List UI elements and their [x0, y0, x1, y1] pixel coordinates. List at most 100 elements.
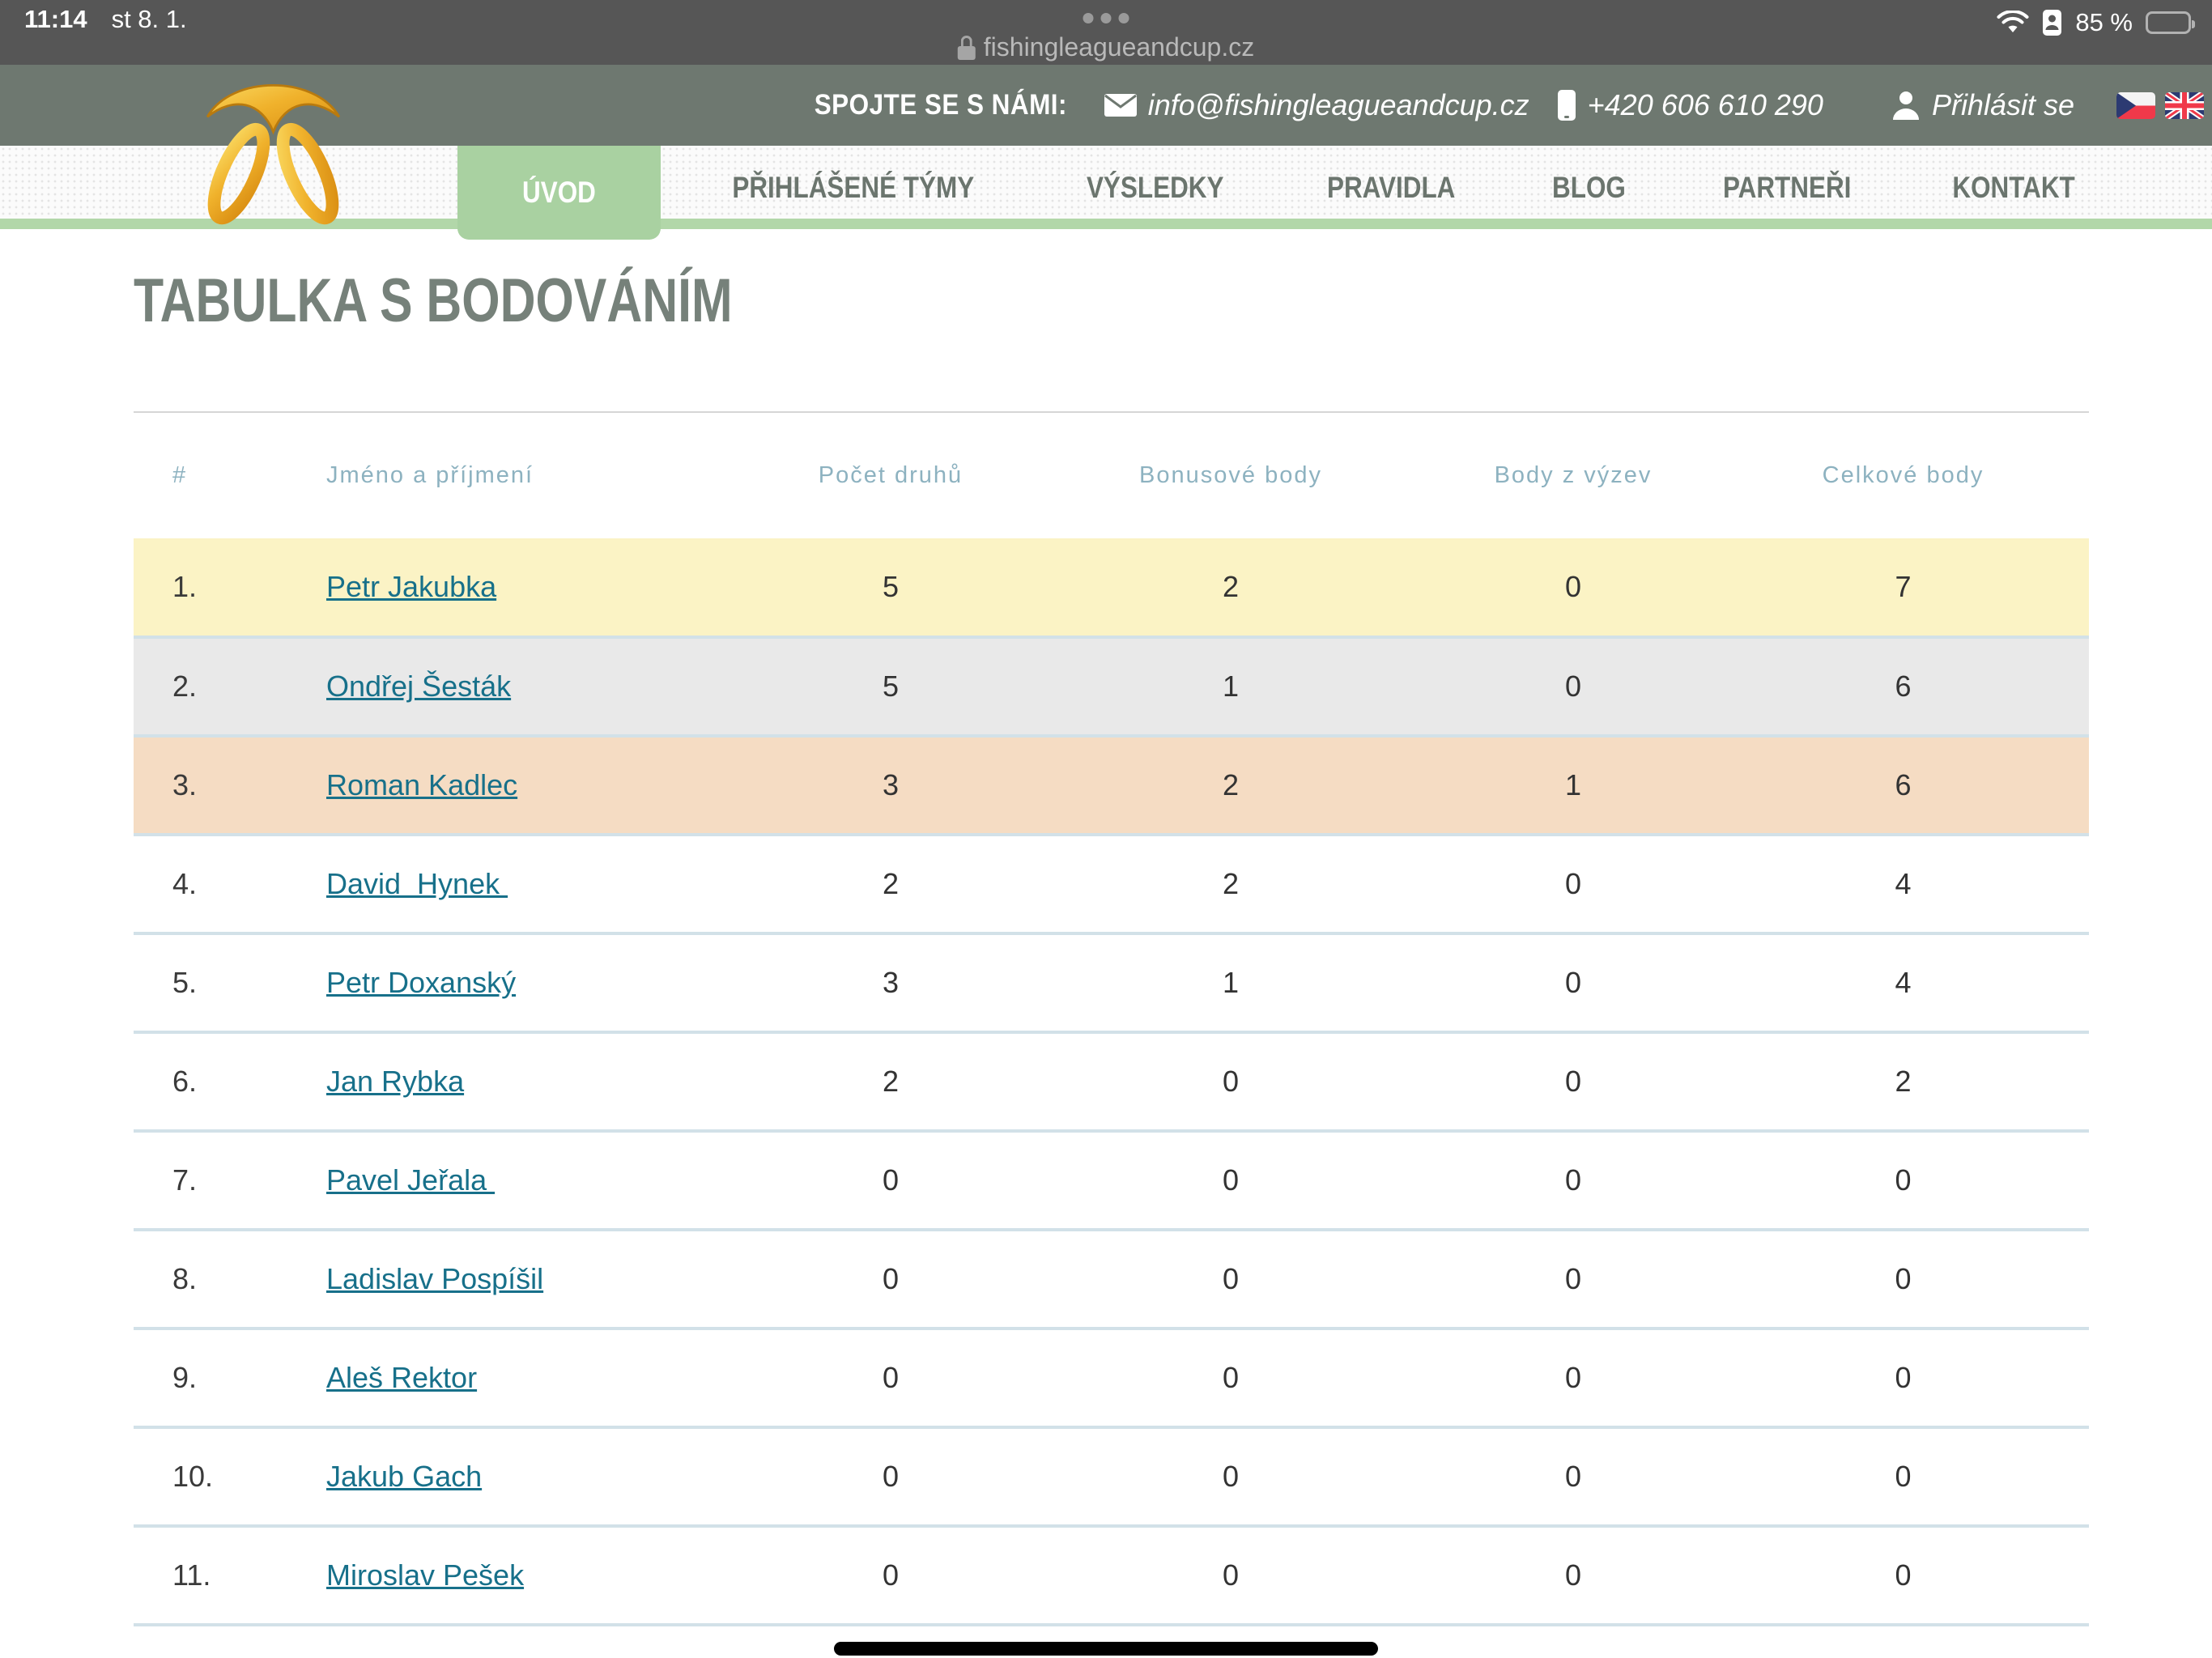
battery-percent: 85 % — [2075, 8, 2133, 37]
pocet-druhu-cell: 2 — [749, 1032, 1032, 1131]
body-z-vyzev-cell: 0 — [1429, 637, 1717, 736]
safari-page-dots-icon[interactable] — [1083, 13, 1129, 23]
body-z-vyzev-cell: 1 — [1429, 736, 1717, 835]
player-link[interactable]: Aleš Rektor — [326, 1361, 477, 1394]
column-header-body-z-vyzev: Body z výzev — [1429, 412, 1717, 538]
home-indicator[interactable] — [834, 1642, 1378, 1656]
player-name-cell: Pavel Jeřala — [287, 1131, 749, 1230]
body-z-vyzev-cell: 0 — [1429, 1526, 1717, 1625]
player-name-cell: David Hynek — [287, 835, 749, 933]
celkove-body-cell: 6 — [1717, 736, 2089, 835]
player-link[interactable]: David Hynek — [326, 867, 508, 900]
player-name-cell: Miroslav Pešek — [287, 1526, 749, 1625]
rank-cell: 11. — [134, 1526, 287, 1625]
address-bar-url: fishingleagueandcup.cz — [984, 32, 1254, 62]
celkove-body-cell: 0 — [1717, 1526, 2089, 1625]
nav-item-pravidla[interactable]: PRAVIDLA — [1287, 146, 1495, 229]
player-name-cell: Ondřej Šesták — [287, 637, 749, 736]
nav-item-uvod[interactable]: ÚVOD — [457, 146, 661, 240]
rank-cell: 5. — [134, 933, 287, 1032]
bonusove-body-cell: 1 — [1032, 933, 1429, 1032]
player-name-cell: Roman Kadlec — [287, 736, 749, 835]
screen: 11:14 st 8. 1. fishingleagueandcup.cz 85… — [0, 0, 2212, 1658]
czech-flag-icon[interactable] — [2116, 92, 2155, 119]
player-link[interactable]: Jan Rybka — [326, 1065, 464, 1098]
player-link[interactable]: Pavel Jeřala — [326, 1163, 495, 1197]
clock: 11:14 — [24, 5, 87, 34]
column-header-pocet-druhu: Počet druhů — [749, 412, 1032, 538]
player-link[interactable]: Petr Doxanský — [326, 966, 516, 999]
nav-item-blog[interactable]: BLOG — [1516, 146, 1661, 229]
pocet-druhu-cell: 0 — [749, 1329, 1032, 1427]
player-link[interactable]: Roman Kadlec — [326, 768, 517, 801]
scoring-table-header: # Jméno a příjmení Počet druhů Bonusové … — [134, 412, 2089, 538]
player-link[interactable]: Ladislav Pospíšil — [326, 1262, 543, 1295]
body-z-vyzev-cell: 0 — [1429, 1427, 1717, 1526]
rank-cell: 10. — [134, 1427, 287, 1526]
column-header-rank: # — [134, 412, 287, 538]
column-header-celkove-body: Celkové body — [1717, 412, 2089, 538]
bonusove-body-cell: 0 — [1032, 1526, 1429, 1625]
table-row: 10.Jakub Gach0000 — [134, 1427, 2089, 1526]
bonusove-body-cell: 2 — [1032, 736, 1429, 835]
celkove-body-cell: 0 — [1717, 1329, 2089, 1427]
wifi-icon — [1997, 11, 2029, 35]
rank-cell: 7. — [134, 1131, 287, 1230]
player-link[interactable]: Ondřej Šesták — [326, 670, 511, 703]
login-text: Přihlásit se — [1932, 88, 2074, 122]
phone-link[interactable]: +420 606 610 290 — [1557, 88, 1823, 122]
contact-label: SPOJTE SE S NÁMI: — [815, 89, 1067, 121]
scoring-table-body: 1.Petr Jakubka52072.Ondřej Šesták51063.R… — [134, 538, 2089, 1625]
body-z-vyzev-cell: 0 — [1429, 1032, 1717, 1131]
status-left: 11:14 st 8. 1. — [24, 5, 187, 34]
mobile-phone-icon — [1557, 89, 1576, 121]
player-link[interactable]: Petr Jakubka — [326, 570, 496, 603]
bonusove-body-cell: 0 — [1032, 1329, 1429, 1427]
player-link[interactable]: Jakub Gach — [326, 1460, 482, 1493]
celkove-body-cell: 2 — [1717, 1032, 2089, 1131]
pocet-druhu-cell: 2 — [749, 835, 1032, 933]
celkove-body-cell: 4 — [1717, 835, 2089, 933]
pocet-druhu-cell: 0 — [749, 1230, 1032, 1329]
body-z-vyzev-cell: 0 — [1429, 933, 1717, 1032]
player-link[interactable]: Miroslav Pešek — [326, 1558, 524, 1592]
uk-flag-icon[interactable] — [2165, 92, 2204, 119]
pocet-druhu-cell: 5 — [749, 538, 1032, 637]
rank-cell: 4. — [134, 835, 287, 933]
celkove-body-cell: 0 — [1717, 1230, 2089, 1329]
nav-item-prihlasene-tymy[interactable]: PŘIHLÁŠENÉ TÝMY — [682, 146, 1025, 229]
scoring-table: # Jméno a příjmení Počet druhů Bonusové … — [134, 411, 2089, 1626]
player-name-cell: Aleš Rektor — [287, 1329, 749, 1427]
battery-icon — [2146, 11, 2191, 34]
body-z-vyzev-cell: 0 — [1429, 1230, 1717, 1329]
nav-item-partneri[interactable]: PARTNEŘI — [1682, 146, 1891, 229]
status-right: 85 % — [1997, 8, 2191, 37]
address-bar[interactable]: fishingleagueandcup.cz — [958, 32, 1254, 62]
table-row: 5.Petr Doxanský3104 — [134, 933, 2089, 1032]
email-link[interactable]: info@fishingleagueandcup.cz — [1104, 88, 1529, 122]
rank-cell: 3. — [134, 736, 287, 835]
nav-item-kontakt[interactable]: KONTAKT — [1912, 146, 2115, 229]
table-row: 8.Ladislav Pospíšil0000 — [134, 1230, 2089, 1329]
focus-mode-icon — [2042, 9, 2062, 36]
user-icon — [1891, 90, 1921, 121]
bonusove-body-cell: 0 — [1032, 1131, 1429, 1230]
table-row: 9.Aleš Rektor0000 — [134, 1329, 2089, 1427]
login-link[interactable]: Přihlásit se — [1891, 88, 2074, 122]
site-logo-icon[interactable] — [198, 71, 348, 237]
bonusove-body-cell: 0 — [1032, 1032, 1429, 1131]
body-z-vyzev-cell: 0 — [1429, 835, 1717, 933]
status-bar: 11:14 st 8. 1. fishingleagueandcup.cz 85… — [0, 0, 2212, 65]
table-row: 2.Ondřej Šesták5106 — [134, 637, 2089, 736]
bonusove-body-cell: 2 — [1032, 538, 1429, 637]
celkove-body-cell: 0 — [1717, 1131, 2089, 1230]
nav-item-vysledky[interactable]: VÝSLEDKY — [1045, 146, 1265, 229]
email-text: info@fishingleagueandcup.cz — [1148, 88, 1529, 122]
rank-cell: 9. — [134, 1329, 287, 1427]
bonusove-body-cell: 0 — [1032, 1230, 1429, 1329]
column-header-name: Jméno a příjmení — [287, 412, 749, 538]
pocet-druhu-cell: 0 — [749, 1131, 1032, 1230]
celkove-body-cell: 7 — [1717, 538, 2089, 637]
bonusove-body-cell: 2 — [1032, 835, 1429, 933]
table-row: 4.David Hynek 2204 — [134, 835, 2089, 933]
